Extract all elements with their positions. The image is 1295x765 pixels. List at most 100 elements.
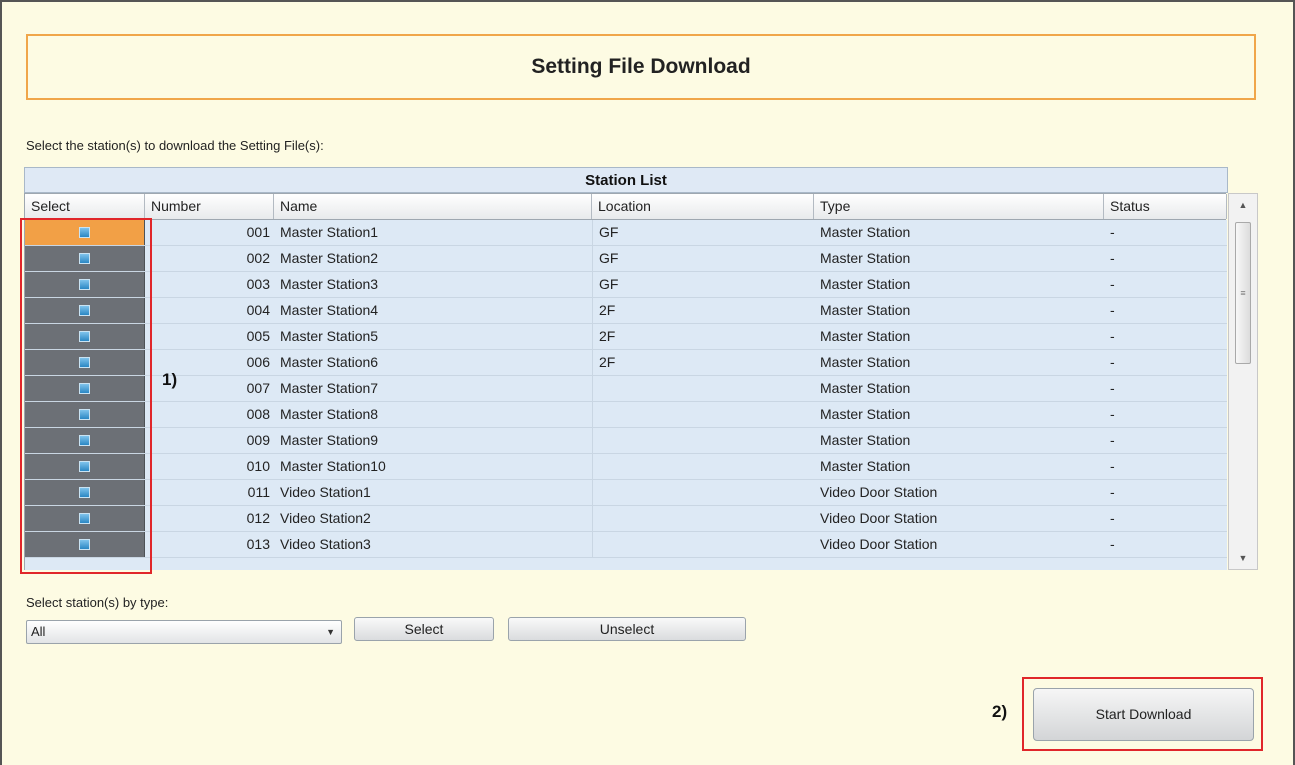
station-number: 005 (246, 328, 270, 344)
col-header-number[interactable]: Number (145, 194, 274, 219)
table-row[interactable]: 010 Master Station10 Master Station - (25, 454, 1227, 480)
station-name: Master Station3 (280, 276, 379, 292)
station-rows: 001 Master Station1 GF Master Station - 002 Ma… (24, 220, 1227, 570)
station-status: - (1110, 458, 1115, 474)
station-status: - (1110, 432, 1115, 448)
select-cell[interactable] (25, 272, 145, 297)
table-row[interactable]: 005 Master Station5 2F Master Station - (25, 324, 1227, 350)
col-header-select[interactable]: Select (25, 194, 145, 219)
station-type: Master Station (820, 328, 911, 344)
table-row[interactable]: 006 Master Station6 2F Master Station - (25, 350, 1227, 376)
select-cell[interactable] (25, 246, 145, 271)
unselect-button[interactable]: Unselect (508, 617, 746, 641)
station-name: Master Station10 (280, 458, 386, 474)
table-row[interactable]: 001 Master Station1 GF Master Station - (25, 220, 1227, 246)
select-checkbox[interactable] (79, 279, 90, 290)
table-row[interactable]: 008 Master Station8 Master Station - (25, 402, 1227, 428)
select-checkbox[interactable] (79, 305, 90, 316)
station-number: 012 (246, 510, 270, 526)
station-status: - (1110, 302, 1115, 318)
scroll-down-icon[interactable]: ▼ (1229, 547, 1257, 569)
select-cell[interactable] (25, 350, 145, 375)
select-cell[interactable] (25, 506, 145, 531)
select-cell[interactable] (25, 454, 145, 479)
station-location (592, 532, 814, 557)
table-row[interactable]: 013 Video Station3 Video Door Station - (25, 532, 1227, 558)
instruction-text: Select the station(s) to download the Se… (26, 138, 324, 153)
settings-window: Setting File Download Select the station… (0, 0, 1295, 765)
select-checkbox[interactable] (79, 357, 90, 368)
station-type: Master Station (820, 458, 911, 474)
station-location (592, 506, 814, 531)
station-name: Master Station1 (280, 224, 379, 240)
station-name: Master Station7 (280, 380, 379, 396)
station-number: 011 (247, 484, 270, 500)
select-cell[interactable] (25, 220, 145, 245)
table-row[interactable]: 004 Master Station4 2F Master Station - (25, 298, 1227, 324)
station-location: 2F (592, 298, 814, 323)
select-checkbox[interactable] (79, 331, 90, 342)
select-cell[interactable] (25, 428, 145, 453)
scroll-thumb[interactable]: ≡ (1235, 222, 1251, 364)
select-checkbox[interactable] (79, 487, 90, 498)
type-filter-select[interactable]: All ▼ (26, 620, 342, 644)
select-cell[interactable] (25, 298, 145, 323)
select-button[interactable]: Select (354, 617, 494, 641)
select-checkbox[interactable] (79, 539, 90, 550)
col-header-name[interactable]: Name (274, 194, 592, 219)
select-checkbox[interactable] (79, 383, 90, 394)
station-name: Master Station4 (280, 302, 379, 318)
station-number: 003 (246, 276, 270, 292)
col-header-status[interactable]: Status (1104, 194, 1227, 219)
start-download-button[interactable]: Start Download (1033, 688, 1254, 741)
vertical-scrollbar[interactable]: ▲ ≡ ▼ (1228, 193, 1258, 570)
select-cell[interactable] (25, 376, 145, 401)
station-number: 013 (246, 536, 270, 552)
station-number: 009 (246, 432, 270, 448)
station-type: Master Station (820, 354, 911, 370)
table-row[interactable]: 009 Master Station9 Master Station - (25, 428, 1227, 454)
col-header-type[interactable]: Type (814, 194, 1104, 219)
table-row[interactable]: 007 Master Station7 Master Station - (25, 376, 1227, 402)
table-row[interactable]: 003 Master Station3 GF Master Station - (25, 272, 1227, 298)
station-number: 001 (246, 224, 270, 240)
dropdown-arrow-icon[interactable]: ▼ (326, 621, 335, 643)
select-cell[interactable] (25, 324, 145, 349)
station-location: GF (592, 272, 814, 297)
select-checkbox[interactable] (79, 513, 90, 524)
station-status: - (1110, 510, 1115, 526)
station-location: 2F (592, 324, 814, 349)
station-list-table: Station List Select Number Name Location… (24, 167, 1258, 570)
station-number: 010 (246, 458, 270, 474)
station-name: Video Station1 (280, 484, 371, 500)
station-status: - (1110, 536, 1115, 552)
station-location (592, 376, 814, 401)
station-name: Master Station6 (280, 354, 379, 370)
select-cell[interactable] (25, 402, 145, 427)
station-type: Master Station (820, 380, 911, 396)
select-checkbox[interactable] (79, 461, 90, 472)
select-checkbox[interactable] (79, 435, 90, 446)
scroll-up-icon[interactable]: ▲ (1229, 194, 1257, 216)
station-number: 002 (246, 250, 270, 266)
station-type: Video Door Station (820, 510, 938, 526)
station-name: Master Station8 (280, 406, 379, 422)
station-type: Video Door Station (820, 484, 938, 500)
column-headers: Select Number Name Location Type Status (24, 193, 1227, 220)
select-checkbox[interactable] (79, 227, 90, 238)
select-cell[interactable] (25, 532, 145, 557)
table-row[interactable]: 012 Video Station2 Video Door Station - (25, 506, 1227, 532)
station-name: Video Station2 (280, 510, 371, 526)
select-cell[interactable] (25, 480, 145, 505)
station-name: Master Station9 (280, 432, 379, 448)
select-checkbox[interactable] (79, 409, 90, 420)
table-row[interactable]: 011 Video Station1 Video Door Station - (25, 480, 1227, 506)
station-location (592, 454, 814, 479)
station-status: - (1110, 380, 1115, 396)
select-checkbox[interactable] (79, 253, 90, 264)
station-type: Master Station (820, 302, 911, 318)
station-status: - (1110, 250, 1115, 266)
table-row[interactable]: 002 Master Station2 GF Master Station - (25, 246, 1227, 272)
station-location (592, 402, 814, 427)
col-header-location[interactable]: Location (592, 194, 814, 219)
